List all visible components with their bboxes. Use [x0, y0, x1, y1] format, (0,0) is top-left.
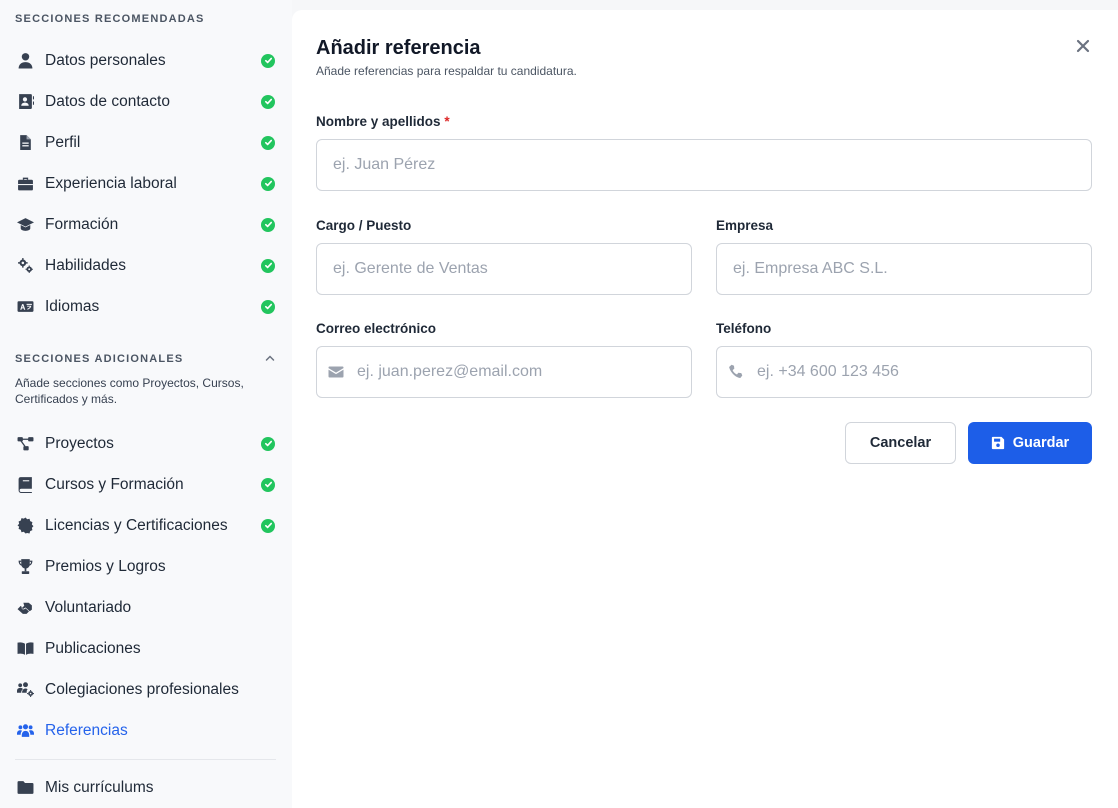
gears-icon	[16, 257, 34, 275]
company-field-label: Empresa	[716, 218, 774, 233]
sidebar-item-datos-personales[interactable]: Datos personales	[0, 40, 292, 81]
document-icon	[16, 134, 34, 152]
add-reference-panel: Añadir referencia Añade referencias para…	[292, 10, 1118, 808]
users-cog-icon	[16, 681, 34, 699]
phone-field-label: Teléfono	[716, 321, 772, 336]
name-input[interactable]	[316, 139, 1092, 191]
language-icon	[16, 298, 34, 316]
check-circle-icon	[261, 217, 275, 232]
floppy-disk-icon	[991, 436, 1004, 450]
cancel-button[interactable]: Cancelar	[845, 422, 956, 464]
position-field-label: Cargo / Puesto	[316, 218, 412, 233]
recommended-sections-title: SECCIONES RECOMENDADAS	[15, 13, 205, 25]
check-circle-icon	[261, 176, 275, 191]
sidebar-item-label: Mis currículums	[45, 778, 154, 796]
sidebar-item-habilidades[interactable]: Habilidades	[0, 245, 292, 286]
phone-icon	[729, 364, 743, 378]
check-circle-icon	[261, 53, 275, 68]
email-input[interactable]	[316, 346, 692, 398]
sidebar-item-referencias[interactable]: Referencias	[0, 710, 292, 751]
company-input[interactable]	[716, 243, 1092, 295]
certificate-icon	[16, 517, 34, 535]
contact-card-icon	[16, 93, 34, 111]
sidebar-item-label: Publicaciones	[45, 639, 141, 657]
check-circle-icon	[261, 258, 275, 273]
sidebar-item-idiomas[interactable]: Idiomas	[0, 286, 292, 327]
additional-sections-title: SECCIONES ADICIONALES	[15, 353, 184, 365]
check-circle-icon	[261, 477, 275, 492]
chevron-up-icon[interactable]	[264, 352, 276, 364]
sidebar-item-label: Habilidades	[45, 256, 126, 274]
sidebar-item-datos-contacto[interactable]: Datos de contacto	[0, 81, 292, 122]
sidebar-item-label: Voluntariado	[45, 598, 132, 616]
sidebar-item-proyectos[interactable]: Proyectos	[0, 423, 292, 464]
envelope-icon	[328, 366, 344, 378]
folder-icon	[16, 779, 34, 797]
close-icon[interactable]	[1075, 38, 1091, 54]
sidebar-item-label: Cursos y Formación	[45, 475, 184, 493]
phone-input[interactable]	[716, 346, 1092, 398]
graduation-cap-icon	[16, 216, 34, 234]
check-circle-icon	[261, 436, 275, 451]
sidebar-item-label: Licencias y Certificaciones	[45, 516, 228, 534]
required-mark: *	[444, 114, 450, 129]
sidebar-divider	[15, 759, 276, 760]
sidebar-item-formacion[interactable]: Formación	[0, 204, 292, 245]
sidebar-item-cursos-formacion[interactable]: Cursos y Formación	[0, 464, 292, 505]
sidebar-item-colegiaciones[interactable]: Colegiaciones profesionales	[0, 669, 292, 710]
sidebar-item-label: Proyectos	[45, 434, 114, 452]
book-open-icon	[16, 640, 34, 658]
sidebar-item-experiencia-laboral[interactable]: Experiencia laboral	[0, 163, 292, 204]
sidebar-item-label: Referencias	[45, 721, 128, 739]
sidebar-item-publicaciones[interactable]: Publicaciones	[0, 628, 292, 669]
additional-sections-description: Añade secciones como Proyectos, Cursos, …	[15, 376, 244, 406]
sidebar-item-label: Perfil	[45, 133, 81, 151]
sidebar-item-premios-logros[interactable]: Premios y Logros	[0, 546, 292, 587]
save-button[interactable]: Guardar	[968, 422, 1092, 464]
briefcase-icon	[16, 175, 34, 193]
email-field-label: Correo electrónico	[316, 321, 437, 336]
check-circle-icon	[261, 135, 275, 150]
book-icon	[16, 476, 34, 494]
sidebar-item-licencias-certificaciones[interactable]: Licencias y Certificaciones	[0, 505, 292, 546]
sidebar-item-label: Premios y Logros	[45, 557, 166, 575]
user-icon	[16, 52, 34, 70]
check-circle-icon	[261, 518, 275, 533]
name-label-text: Nombre y apellidos	[316, 114, 441, 129]
page-title: Añadir referencia	[316, 37, 481, 59]
sidebar-item-label: Formación	[45, 215, 119, 233]
page-subtitle: Añade referencias para respaldar tu cand…	[316, 64, 577, 78]
sidebar-item-label: Idiomas	[45, 297, 100, 315]
sidebar-item-mis-curriculums[interactable]: Mis currículums	[0, 767, 292, 808]
sidebar: SECCIONES RECOMENDADAS Datos personales …	[0, 0, 292, 808]
sidebar-item-label: Colegiaciones profesionales	[45, 680, 239, 698]
hands-helping-icon	[16, 599, 34, 617]
trophy-icon	[16, 558, 34, 576]
project-diagram-icon	[16, 435, 34, 453]
sidebar-item-label: Datos personales	[45, 51, 166, 69]
sidebar-item-label: Experiencia laboral	[45, 174, 177, 192]
check-circle-icon	[261, 299, 275, 314]
save-label: Guardar	[1012, 435, 1070, 451]
sidebar-item-voluntariado[interactable]: Voluntariado	[0, 587, 292, 628]
position-input[interactable]	[316, 243, 692, 295]
sidebar-item-label: Datos de contacto	[45, 92, 170, 110]
users-icon	[16, 722, 34, 740]
check-circle-icon	[261, 94, 275, 109]
name-field-label: Nombre y apellidos *	[316, 114, 450, 129]
sidebar-item-perfil[interactable]: Perfil	[0, 122, 292, 163]
